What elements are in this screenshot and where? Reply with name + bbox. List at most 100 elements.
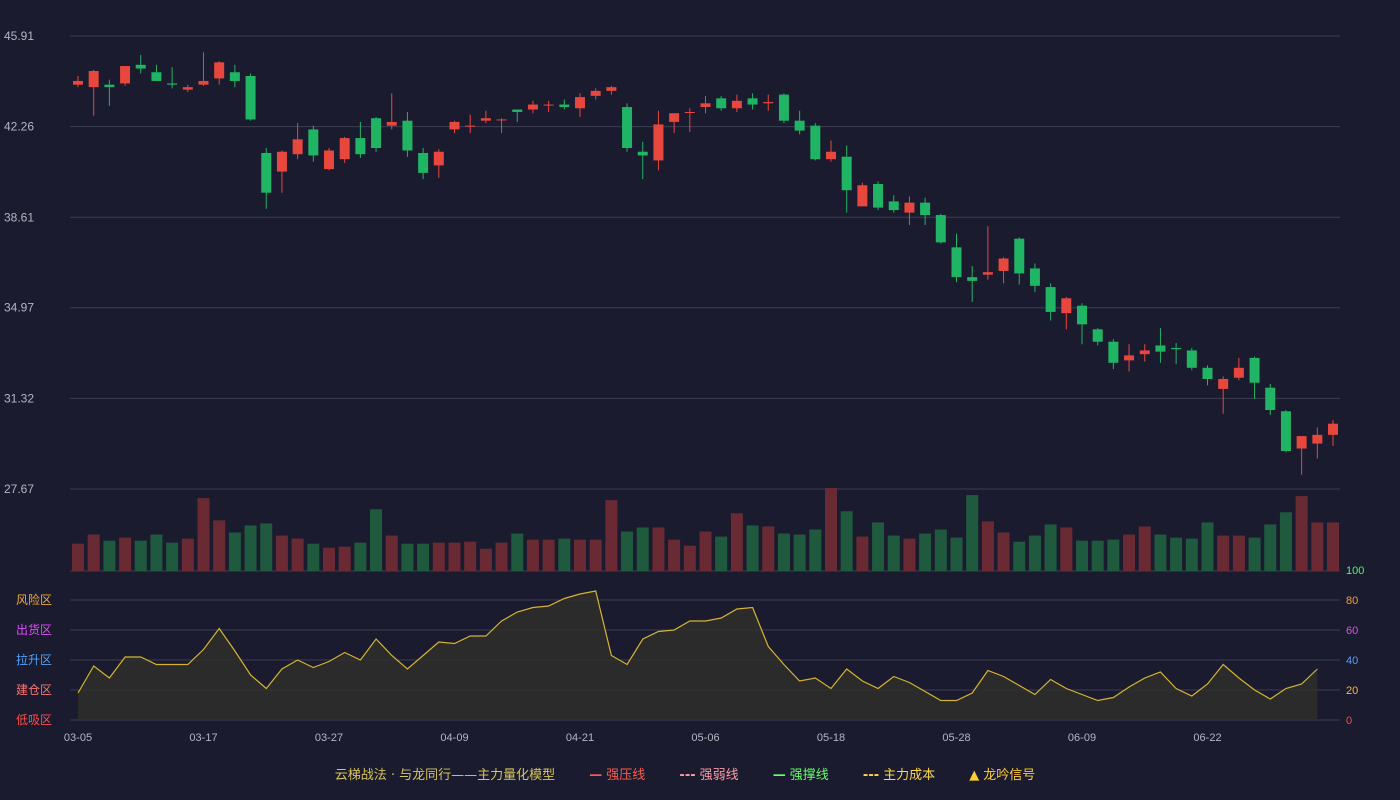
volume-bar <box>1201 522 1214 571</box>
candle-body <box>653 124 664 161</box>
volume-bar <box>448 542 461 571</box>
volume-bar <box>385 535 398 571</box>
candle-body <box>684 111 695 113</box>
legend-label-strength: 强弱线 <box>699 768 739 783</box>
volume-bar <box>150 534 163 571</box>
volume-bar <box>809 529 822 571</box>
volume-bar <box>213 520 226 571</box>
legend-mark-support: — <box>772 768 786 783</box>
candle-body <box>135 64 146 69</box>
candle-body <box>1061 298 1072 314</box>
legend-item-support-line[interactable]: — 强撑线 <box>773 764 829 783</box>
legend-label-support: 强撑线 <box>789 768 829 783</box>
candle-body <box>1171 347 1182 350</box>
candle-body <box>167 83 178 85</box>
candle-body <box>841 156 852 191</box>
chart-legend: 云梯战法 · 与龙同行——主力量化模型 — 强压线 --- 强弱线 — 强撑线 ---… <box>0 764 1400 783</box>
legend-label-main-cost: 主力成本 <box>883 768 936 783</box>
legend-mark-resistance: — <box>589 768 603 783</box>
volume-bar <box>997 532 1010 571</box>
volume-bar <box>1295 496 1308 571</box>
x-tick-label: 03-27 <box>315 732 343 744</box>
volume-bar <box>307 543 320 571</box>
legend-item-dragon-signal[interactable]: ▲ 龙吟信号 <box>969 764 1035 783</box>
candle-body <box>1139 350 1150 355</box>
volume-bar <box>291 538 304 571</box>
volume-bar <box>715 536 728 571</box>
legend-mark-dragon-signal: ▲ <box>969 768 980 783</box>
candle-body <box>590 90 601 96</box>
candle-body <box>496 119 507 121</box>
candle-body <box>1029 268 1040 286</box>
candle-body <box>1045 287 1056 312</box>
oscillator-tick-label: 0 <box>1346 715 1352 727</box>
volume-bar <box>260 523 273 571</box>
volume-bar <box>370 509 383 571</box>
candle-body <box>198 80 209 85</box>
volume-bar <box>1232 535 1245 571</box>
volume-bar <box>119 537 132 571</box>
volume-bar <box>479 548 492 571</box>
volume-bar <box>1217 535 1230 571</box>
volume-bar <box>244 525 257 571</box>
volume-bar <box>574 539 586 571</box>
candle-body <box>1233 367 1244 378</box>
oscillator-area <box>78 591 1318 720</box>
candle-body <box>386 121 397 126</box>
volume-bar <box>777 533 790 571</box>
price-tick-label: 42.26 <box>4 120 34 134</box>
candle-body <box>904 202 915 213</box>
oscillator-tick-label: 100 <box>1346 565 1364 577</box>
candle-body <box>512 109 523 112</box>
legend-item-strength-line[interactable]: --- 强弱线 <box>679 764 738 783</box>
volume-bar <box>825 488 837 571</box>
volume-bar <box>1028 535 1041 571</box>
volume-bar <box>1279 512 1292 571</box>
candle-body <box>355 138 366 155</box>
legend-item-main-cost[interactable]: --- 主力成本 <box>863 764 935 783</box>
volume-bar <box>228 532 241 571</box>
volume-bar <box>432 542 445 571</box>
volume-bar <box>1248 537 1261 571</box>
volume-bar <box>1138 526 1151 571</box>
legend-item-resistance-line[interactable]: — 强压线 <box>589 764 645 783</box>
volume-bar <box>652 527 665 571</box>
candle-body <box>716 98 727 109</box>
candle-body <box>418 152 429 173</box>
candle-body <box>480 118 491 121</box>
candle-body <box>873 184 884 208</box>
volume-bar <box>668 539 681 571</box>
volume-bar <box>323 547 335 571</box>
candle-body <box>669 113 680 122</box>
candle-body <box>559 104 570 108</box>
price-tick-label: 27.67 <box>4 482 34 496</box>
candle-body <box>1312 434 1323 444</box>
volume-bar <box>72 543 84 571</box>
x-tick-label: 05-06 <box>691 732 719 744</box>
zone-label: 出货区 <box>16 622 52 637</box>
candle-body <box>622 107 633 149</box>
legend-mark-strength: --- <box>679 768 696 783</box>
candle-body <box>151 72 162 81</box>
zone-label: 风险区 <box>16 592 52 607</box>
candle-body <box>998 258 1009 271</box>
candle-body <box>1280 411 1291 452</box>
volume-bar <box>966 495 979 571</box>
candle-body <box>120 66 131 84</box>
volume-bar <box>495 542 508 571</box>
volume-bar <box>166 542 179 571</box>
legend-mark-main-cost: --- <box>862 768 880 783</box>
candle-body <box>433 151 444 166</box>
volume-bar <box>1170 537 1183 571</box>
candle-body <box>261 152 272 193</box>
x-tick-label: 04-09 <box>440 732 468 744</box>
candle-body <box>1092 329 1103 342</box>
candle-body <box>1108 341 1119 363</box>
volume-bar <box>1185 538 1198 571</box>
x-tick-label: 05-18 <box>817 732 845 744</box>
candle-body <box>700 103 711 108</box>
volume-bar <box>511 533 524 571</box>
volume-bar <box>417 543 430 571</box>
volume-bar <box>1044 524 1057 571</box>
x-tick-label: 05-28 <box>942 732 970 744</box>
